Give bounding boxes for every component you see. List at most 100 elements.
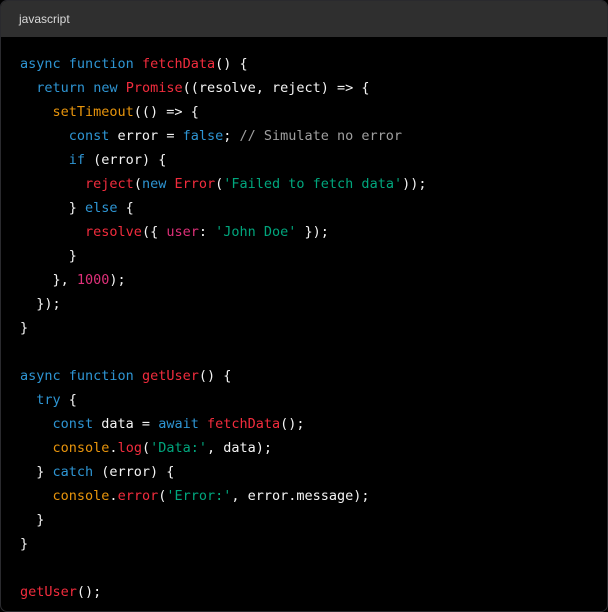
code-token: () { bbox=[215, 56, 248, 72]
code-token: 'Data:' bbox=[150, 440, 207, 456]
code-line: } bbox=[20, 244, 607, 268]
code-token: async bbox=[20, 56, 61, 72]
code-token: error = bbox=[109, 128, 183, 144]
code-token: () { bbox=[198, 368, 232, 384]
code-line: } catch (error) { bbox=[20, 460, 607, 484]
code-token: new bbox=[141, 176, 167, 192]
code-token: { bbox=[60, 392, 77, 408]
code-token: : bbox=[198, 224, 216, 240]
code-token: } bbox=[20, 512, 45, 528]
code-token: async bbox=[20, 368, 61, 384]
code-token: resolve bbox=[85, 224, 142, 240]
code-token: (error) { bbox=[93, 464, 175, 480]
code-token: 'Failed to fetch data' bbox=[223, 176, 403, 192]
code-line: console.log('Data:', data); bbox=[20, 436, 607, 460]
code-token: ({ bbox=[141, 224, 167, 240]
code-token: }, bbox=[20, 272, 77, 288]
code-token: user bbox=[166, 224, 199, 240]
code-token: const bbox=[68, 128, 110, 144]
code-token: catch bbox=[52, 464, 94, 480]
code-line: async function fetchData() { bbox=[20, 52, 607, 76]
code-token: 'Error:' bbox=[166, 488, 232, 504]
code-token: . bbox=[109, 440, 118, 456]
code-token: )); bbox=[402, 176, 427, 192]
code-token: } bbox=[20, 200, 86, 216]
code-token: (); bbox=[76, 584, 102, 600]
code-token: try bbox=[36, 392, 61, 408]
code-token: setTimeout bbox=[52, 104, 134, 120]
code-token: ); bbox=[109, 272, 126, 288]
code-token: { bbox=[117, 200, 134, 216]
code-content[interactable]: async function fetchData() { return new … bbox=[1, 37, 607, 604]
code-line: const data = await fetchData(); bbox=[20, 412, 607, 436]
code-token: ; bbox=[223, 128, 240, 144]
code-token: 1000 bbox=[76, 272, 110, 288]
code-token: 'John Doe' bbox=[215, 224, 297, 240]
code-line: async function getUser() { bbox=[20, 364, 607, 388]
code-line: setTimeout(() => { bbox=[20, 100, 607, 124]
code-token: (() => { bbox=[133, 104, 199, 120]
code-token: console bbox=[52, 440, 110, 456]
code-line: }); bbox=[20, 292, 607, 316]
code-token: function bbox=[68, 56, 134, 72]
code-token: if bbox=[68, 152, 86, 168]
code-token: log bbox=[117, 440, 142, 456]
code-token: }); bbox=[20, 296, 61, 312]
code-token: fetchData bbox=[141, 56, 216, 72]
language-label: javascript bbox=[19, 12, 70, 26]
code-line: reject(new Error('Failed to fetch data')… bbox=[20, 172, 607, 196]
code-token: // Simulate no error bbox=[239, 128, 403, 144]
code-token: await bbox=[158, 416, 199, 432]
code-token: (error) { bbox=[85, 152, 167, 168]
code-token: } bbox=[20, 248, 77, 264]
code-line: } bbox=[20, 508, 607, 532]
code-line: } bbox=[20, 316, 607, 340]
code-token: function bbox=[68, 368, 134, 384]
code-token: false bbox=[182, 128, 224, 144]
code-token: error bbox=[117, 488, 159, 504]
code-token: } bbox=[20, 320, 29, 336]
code-token: ((resolve, reject) => { bbox=[182, 80, 370, 96]
code-line: console.error('Error:', error.message); bbox=[20, 484, 607, 508]
code-token: data = bbox=[93, 416, 159, 432]
code-line: }, 1000); bbox=[20, 268, 607, 292]
code-token: (); bbox=[280, 416, 305, 432]
code-token: getUser bbox=[20, 584, 77, 600]
code-line: } else { bbox=[20, 196, 607, 220]
code-token: ( bbox=[133, 176, 142, 192]
code-line: getUser(); bbox=[20, 580, 607, 604]
code-token: reject bbox=[85, 176, 134, 192]
code-line: try { bbox=[20, 388, 607, 412]
code-block-header: javascript bbox=[1, 1, 607, 37]
code-token: else bbox=[85, 200, 118, 216]
code-token: Error bbox=[174, 176, 216, 192]
code-block: javascript async function fetchData() { … bbox=[0, 0, 608, 612]
code-token: getUser bbox=[141, 368, 199, 384]
code-line: resolve({ user: 'John Doe' }); bbox=[20, 220, 607, 244]
code-line: if (error) { bbox=[20, 148, 607, 172]
code-token: console bbox=[52, 488, 110, 504]
code-token: , error.message); bbox=[231, 488, 370, 504]
code-line: return new Promise((resolve, reject) => … bbox=[20, 76, 607, 100]
code-token: }); bbox=[296, 224, 329, 240]
code-token: } bbox=[20, 536, 29, 552]
code-token: , data); bbox=[207, 440, 273, 456]
